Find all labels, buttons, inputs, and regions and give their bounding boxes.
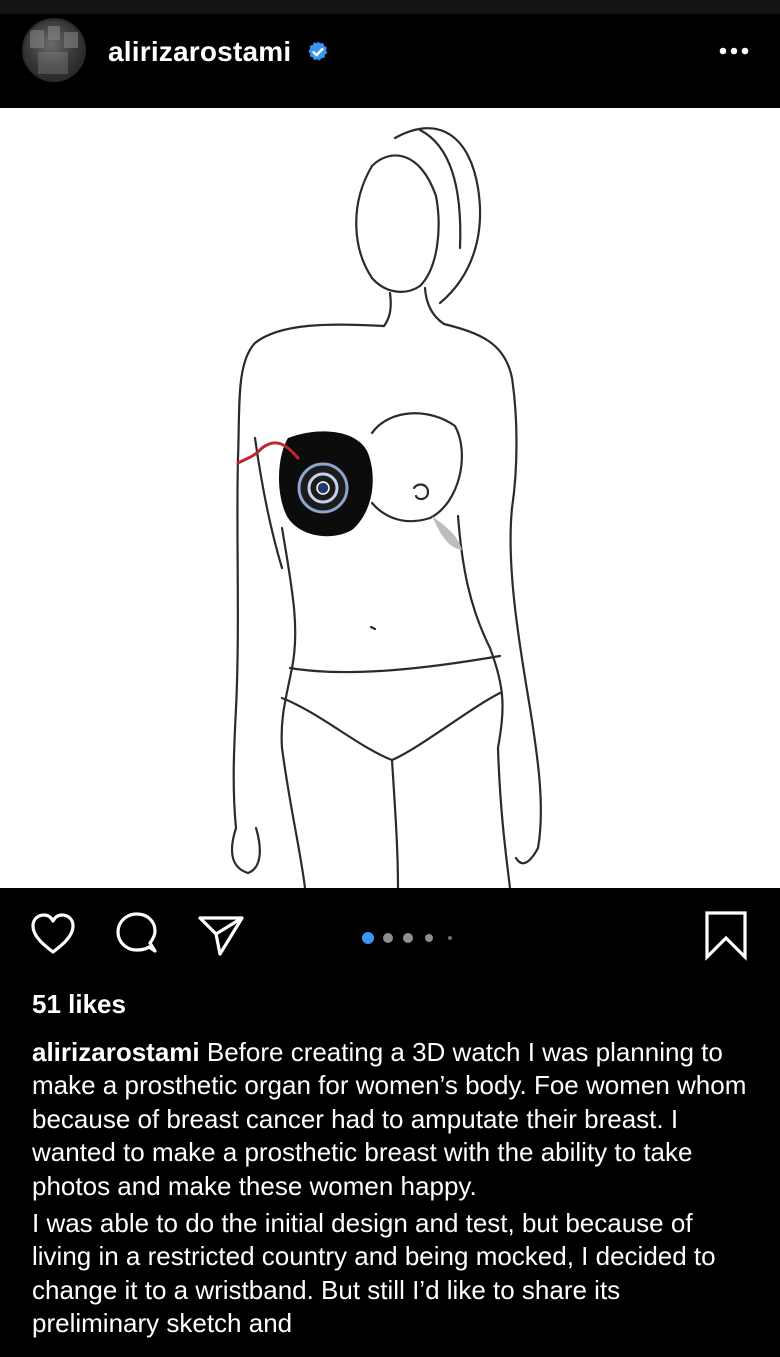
carousel-dot[interactable] <box>403 933 413 943</box>
carousel-dot[interactable] <box>383 933 393 943</box>
status-strip <box>0 0 780 14</box>
comment-bubble-icon[interactable] <box>112 910 162 960</box>
caption-paragraph: alirizarostami Before creating a 3D watc… <box>32 1036 752 1203</box>
verified-badge-icon <box>308 41 328 61</box>
likes-count[interactable]: 51 likes <box>32 989 126 1020</box>
username[interactable]: alirizarostami <box>108 36 291 68</box>
avatar[interactable] <box>22 18 86 82</box>
carousel-dot-active[interactable] <box>362 932 374 944</box>
heart-icon[interactable] <box>28 910 78 960</box>
caption-paragraph: I was able to do the initial design and … <box>32 1208 716 1339</box>
post-header: alirizarostami <box>0 14 780 108</box>
more-options-icon[interactable] <box>716 36 752 66</box>
sketch-illustration <box>230 127 542 890</box>
post-image[interactable] <box>0 108 780 890</box>
bookmark-icon[interactable] <box>702 908 750 962</box>
carousel-dot[interactable] <box>448 936 452 940</box>
carousel-dot[interactable] <box>425 934 433 942</box>
caption-username[interactable]: alirizarostami <box>32 1037 200 1067</box>
post-caption: alirizarostami Before creating a 3D watc… <box>32 1036 752 1345</box>
send-icon[interactable] <box>196 910 246 960</box>
